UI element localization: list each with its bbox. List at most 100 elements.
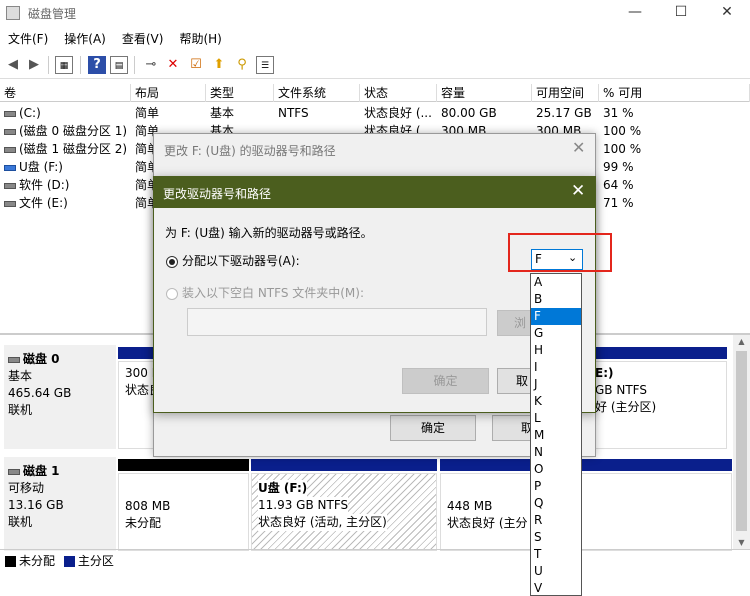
drive-letter-option[interactable]: L <box>531 410 581 427</box>
drive-letter-option[interactable]: R <box>531 512 581 529</box>
find-icon[interactable]: ⚲ <box>233 56 251 74</box>
disk0-partition-right[interactable]: E:) GB NTFS 好 (主分区) <box>590 361 727 449</box>
annotation-highlight-box <box>508 233 612 272</box>
disk1-partition3[interactable]: 448 MB 状态良好 (主分 <box>440 473 732 551</box>
disk1-unalloc-bar <box>118 459 249 471</box>
col-status[interactable]: 状态 <box>360 84 437 102</box>
drive-letter-option[interactable]: V <box>531 580 581 595</box>
disk0-type: 基本 <box>8 369 33 383</box>
close-button[interactable]: ✕ <box>704 0 750 27</box>
volume-name: 文件 (E:) <box>19 196 68 210</box>
drive-icon <box>4 182 16 189</box>
col-free[interactable]: 可用空间 <box>532 84 599 102</box>
drive-letter-option[interactable]: F <box>531 308 581 325</box>
drive-letter-option[interactable]: M <box>531 427 581 444</box>
disk0-part1-bar <box>118 347 158 359</box>
disk1-label[interactable]: 磁盘 1 可移动 13.16 GB 联机 <box>4 457 116 551</box>
menu-action[interactable]: 操作(A) <box>56 29 114 49</box>
drive-letter-option[interactable]: A <box>531 274 581 291</box>
drive-icon <box>4 200 16 207</box>
drive-letter-option[interactable]: U <box>531 563 581 580</box>
delete-icon[interactable]: ✕ <box>164 56 182 74</box>
dialog-prompt: 为 F: (U盘) 输入新的驱动器号或路径。 <box>165 226 373 240</box>
drive-letter-option[interactable]: P <box>531 478 581 495</box>
disk0-label[interactable]: 磁盘 0 基本 465.64 GB 联机 <box>4 345 116 449</box>
volume-name-cell: (磁盘 0 磁盘分区 1) <box>4 122 131 140</box>
disk1-p3-size: 448 MB <box>447 499 493 513</box>
drive-icon <box>4 128 16 135</box>
volume-type: 基本 <box>210 106 235 120</box>
dialog-ok-button[interactable]: 确定 <box>390 415 476 441</box>
connect-icon[interactable]: ⊸ <box>142 56 160 74</box>
edit-ok-button[interactable]: 确定 <box>402 368 489 394</box>
volume-name: 软件 (D:) <box>19 178 70 192</box>
volume-status: 状态良好 (... <box>364 106 432 120</box>
disk1-p2-name: U盘 (F:) <box>258 480 308 497</box>
disk0-pr-line3: 好 (主分区) <box>595 400 657 414</box>
browse-button[interactable]: 浏 <box>497 310 533 336</box>
up-icon[interactable]: ⬆ <box>210 56 228 74</box>
forward-icon[interactable]: ▶ <box>25 56 43 74</box>
col-type[interactable]: 类型 <box>206 84 274 102</box>
volume-row[interactable]: (C:) 简单 基本 NTFS 状态良好 (... 80.00 GB 25.17 GB 31 … <box>0 104 750 122</box>
minimize-button[interactable]: — <box>612 0 658 27</box>
drive-letter-option[interactable]: K <box>531 393 581 410</box>
menu-file[interactable]: 文件(F) <box>0 29 56 49</box>
col-layout[interactable]: 布局 <box>131 84 206 102</box>
disk1-p2-status: 状态良好 (活动, 主分区) <box>258 514 387 531</box>
drive-letter-option[interactable]: J <box>531 376 581 393</box>
menu-view[interactable]: 查看(V) <box>114 29 172 49</box>
menu-help[interactable]: 帮助(H) <box>171 29 229 49</box>
volume-name-cell: 文件 (E:) <box>4 194 131 212</box>
folder-path-input[interactable] <box>187 308 487 336</box>
list-icon[interactable]: ☰ <box>256 56 274 74</box>
unallocated-swatch <box>5 556 16 567</box>
col-capacity[interactable]: 容量 <box>437 84 532 102</box>
maximize-button[interactable]: ☐ <box>658 0 704 27</box>
drive-letter-option[interactable]: G <box>531 325 581 342</box>
console-tree-icon[interactable]: ▦ <box>55 56 73 74</box>
volume-name-cell: (磁盘 1 磁盘分区 2) <box>4 140 131 158</box>
volume-pct: 100 % <box>603 124 642 138</box>
disk1-partition1[interactable]: 808 MB 未分配 <box>118 473 249 551</box>
back-icon[interactable]: ◀ <box>4 56 22 74</box>
disk0-pr-line1: E:) <box>595 366 614 380</box>
drive-letter-option[interactable]: N <box>531 444 581 461</box>
primary-swatch <box>63 556 75 567</box>
drive-letter-option[interactable]: T <box>531 546 581 563</box>
col-filesystem[interactable]: 文件系统 <box>274 84 360 102</box>
mount-folder-option[interactable]: 装入以下空白 NTFS 文件夹中(M): <box>166 284 364 301</box>
drive-letter-option[interactable]: B <box>531 291 581 308</box>
properties-icon[interactable]: ▤ <box>110 56 128 74</box>
drive-letter-option[interactable]: O <box>531 461 581 478</box>
disk1-name: 磁盘 1 <box>23 464 60 478</box>
mount-folder-radio[interactable] <box>166 287 178 300</box>
drive-letter-option[interactable]: H <box>531 342 581 359</box>
col-pct-free[interactable]: % 可用 <box>599 84 750 102</box>
volume-capacity: 80.00 GB <box>441 106 497 120</box>
disk1-partition2[interactable]: U盘 (F:) 11.93 GB NTFS 状态良好 (活动, 主分区) <box>251 473 437 551</box>
dialog-close-icon[interactable]: ✕ <box>572 138 585 157</box>
assign-letter-option[interactable]: 分配以下驱动器号(A): <box>166 252 300 269</box>
disk0-name: 磁盘 0 <box>23 352 60 366</box>
drive-letter-option[interactable]: Q <box>531 495 581 512</box>
volume-name: (磁盘 1 磁盘分区 2) <box>19 142 128 156</box>
drive-letter-option[interactable]: I <box>531 359 581 376</box>
disk1-p1-size: 808 MB <box>125 499 171 513</box>
edit-dialog-close-icon[interactable]: ✕ <box>571 181 585 201</box>
disk-pane-scrollbar[interactable]: ▲ ▼ <box>733 335 750 549</box>
edit-cancel-button[interactable]: 取 <box>497 368 533 394</box>
disk1-p3-status: 状态良好 (主分 <box>447 516 528 530</box>
drive-letter-option[interactable]: S <box>531 529 581 546</box>
volume-name: U盘 (F:) <box>19 160 63 174</box>
disk0-partition1[interactable]: 300 M 状态良 <box>118 361 158 449</box>
dialog-title: 更改 F: (U盘) 的驱动器号和路径 <box>164 144 336 158</box>
help-icon[interactable]: ? <box>88 56 106 74</box>
volume-name: (C:) <box>19 106 41 120</box>
legend: 未分配 主分区 <box>0 549 750 571</box>
assign-letter-radio[interactable] <box>166 255 178 268</box>
window-title: 磁盘管理 <box>28 7 77 21</box>
col-volume[interactable]: 卷 <box>0 84 131 102</box>
drive-letter-list[interactable]: ABFGHIJKLMNOPQRSTUV <box>530 273 582 596</box>
check-icon[interactable]: ☑ <box>187 56 205 74</box>
